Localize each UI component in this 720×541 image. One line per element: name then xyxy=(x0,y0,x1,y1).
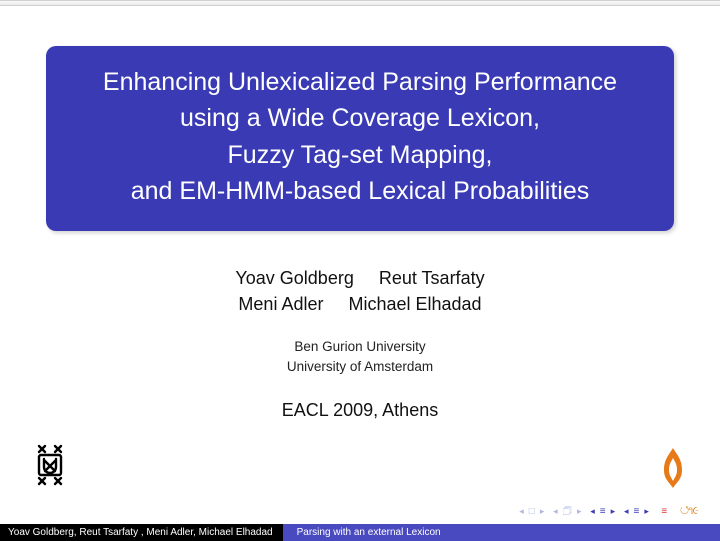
title-line: and EM-HMM-based Lexical Probabilities xyxy=(66,173,654,209)
nav-next-frame-icon[interactable]: ▸ xyxy=(540,506,546,516)
slide-content: Enhancing Unlexicalized Parsing Performa… xyxy=(0,6,720,421)
footer-authors: Yoav Goldberg, Reut Tsarfaty , Meni Adle… xyxy=(0,524,283,541)
nav-bars-prev-icon[interactable]: ◂ xyxy=(590,506,596,516)
title-line: Enhancing Unlexicalized Parsing Performa… xyxy=(66,64,654,100)
nav-bars-icon[interactable]: ≡ xyxy=(600,506,607,517)
slide-page: Enhancing Unlexicalized Parsing Performa… xyxy=(0,0,720,541)
author-name: Michael Elhadad xyxy=(348,291,481,317)
nav-bars-next-icon[interactable]: ▸ xyxy=(611,506,617,516)
footer-bar: Yoav Goldberg, Reut Tsarfaty , Meni Adle… xyxy=(0,524,720,541)
title-line: Fuzzy Tag-set Mapping, xyxy=(66,137,654,173)
nav-section-icon[interactable]: 🗇 xyxy=(563,506,573,517)
nav-next-section-icon[interactable]: ▸ xyxy=(577,506,583,516)
author-name: Meni Adler xyxy=(238,291,323,317)
footer-title: Parsing with an external Lexicon xyxy=(283,524,720,541)
affiliation: University of Amsterdam xyxy=(44,359,676,374)
venue: EACL 2009, Athens xyxy=(44,400,676,421)
nav-bars2-icon[interactable]: ≡ xyxy=(633,506,640,517)
nav-bars2-next-icon[interactable]: ▸ xyxy=(644,506,650,516)
nav-prev-section-icon[interactable]: ◂ xyxy=(553,506,559,516)
nav-undo-icon[interactable]: ↺૧૯ xyxy=(680,505,698,517)
beamer-nav-icons: ◂□▸ ◂🗇▸ ◂≡▸ ◂≡▸ ≡ ↺૧૯ xyxy=(517,504,700,521)
bgu-logo-icon xyxy=(658,446,688,495)
author-name: Yoav Goldberg xyxy=(235,265,353,291)
affiliation: Ben Gurion University xyxy=(44,339,676,354)
title-line: using a Wide Coverage Lexicon, xyxy=(66,100,654,136)
title-block: Enhancing Unlexicalized Parsing Performa… xyxy=(46,46,674,231)
nav-bars2-prev-icon[interactable]: ◂ xyxy=(624,506,630,516)
affiliation-block: Ben Gurion University University of Amst… xyxy=(44,339,676,374)
nav-first-icon[interactable]: ◂ xyxy=(519,506,525,516)
author-name: Reut Tsarfaty xyxy=(379,265,485,291)
nav-mark-icon[interactable]: ≡ xyxy=(661,506,668,517)
nav-prev-frame-icon[interactable]: □ xyxy=(529,506,536,517)
uva-logo-icon xyxy=(32,442,68,493)
author-block: Yoav Goldberg Reut Tsarfaty Meni Adler M… xyxy=(44,265,676,317)
